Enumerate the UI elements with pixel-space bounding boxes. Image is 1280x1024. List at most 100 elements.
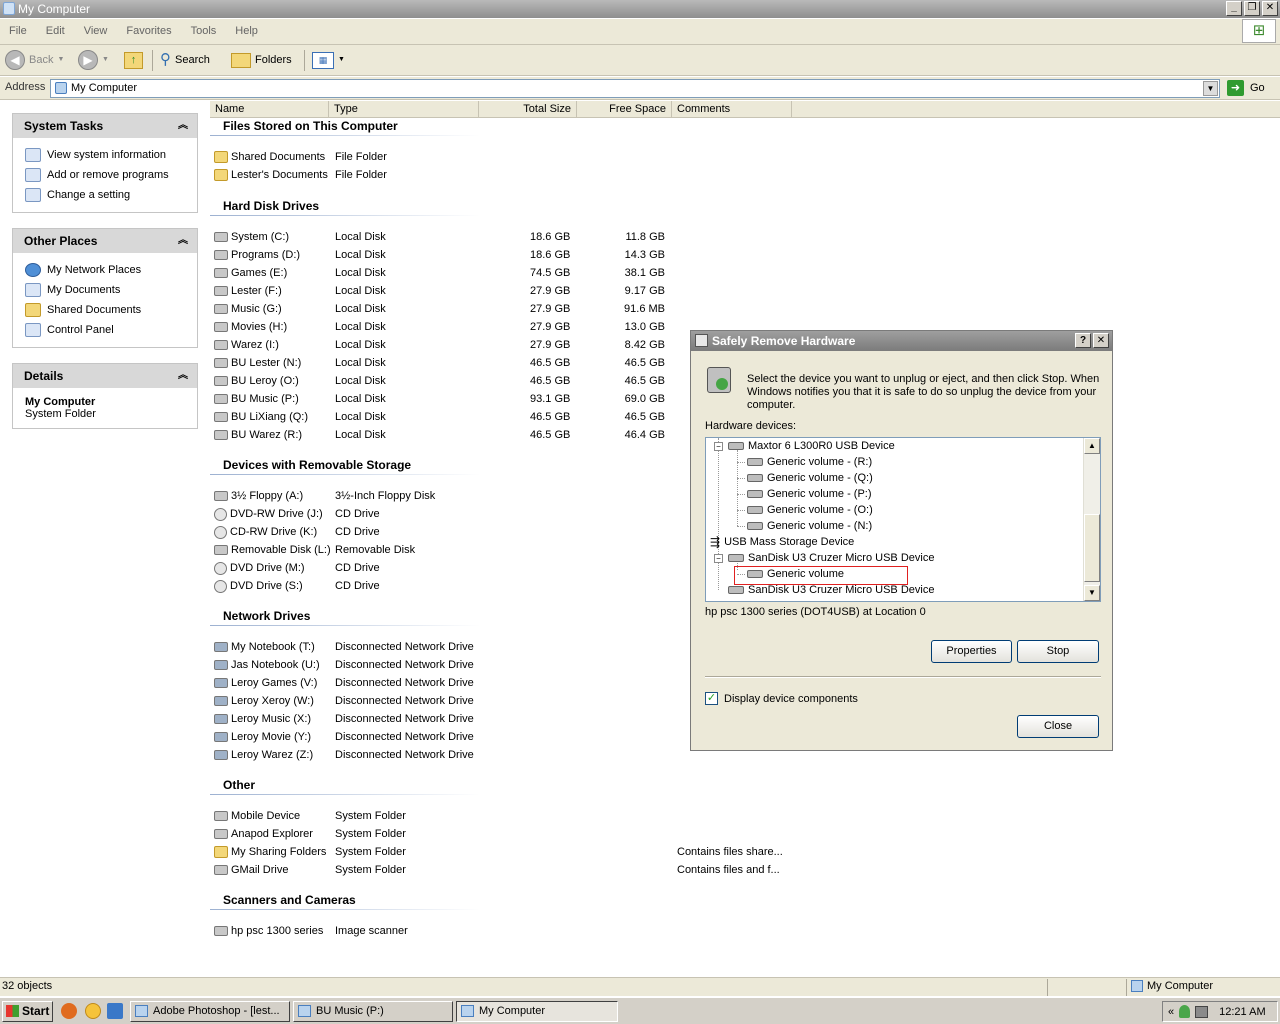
tree-scrollbar[interactable]: ▲ ▼: [1083, 438, 1100, 601]
list-item[interactable]: BU Leroy (O:) Local Disk 46.5 GB 46.5 GB: [210, 372, 665, 390]
list-item[interactable]: Leroy Warez (Z:) Disconnected Network Dri…: [210, 746, 480, 764]
list-item[interactable]: Programs (D:) Local Disk 18.6 GB 14.3 GB: [210, 246, 665, 264]
list-item[interactable]: Shared Documents File Folder: [210, 148, 480, 166]
messenger-icon[interactable]: [85, 1003, 101, 1019]
column-total-size[interactable]: Total Size: [479, 101, 577, 118]
tree-node-volume-q[interactable]: Generic volume - (Q:): [747, 470, 873, 486]
collapse-chevron-icon[interactable]: ︽: [178, 229, 188, 253]
tree-node-maxtor[interactable]: Maxtor 6 L300R0 USB Device: [728, 438, 895, 454]
list-item[interactable]: BU Warez (R:) Local Disk 46.5 GB 46.4 GB: [210, 426, 665, 444]
tree-node-sandisk[interactable]: SanDisk U3 Cruzer Micro USB Device: [728, 550, 934, 566]
list-item[interactable]: My Notebook (T:) Disconnected Network Dri…: [210, 638, 480, 656]
task-view-system-information[interactable]: View system information: [25, 145, 197, 165]
list-item[interactable]: CD-RW Drive (K:) CD Drive: [210, 523, 480, 541]
menu-file[interactable]: File: [9, 19, 27, 43]
menu-view[interactable]: View: [84, 19, 108, 43]
list-item[interactable]: BU LiXiang (Q:) Local Disk 46.5 GB 46.5 GB: [210, 408, 665, 426]
list-item[interactable]: Leroy Music (X:) Disconnected Network Dri…: [210, 710, 480, 728]
list-item[interactable]: Lester's Documents File Folder: [210, 166, 480, 184]
menu-edit[interactable]: Edit: [46, 19, 65, 43]
list-item[interactable]: Mobile Device System Folder: [210, 807, 480, 825]
list-item[interactable]: Anapod Explorer System Folder: [210, 825, 480, 843]
help-button[interactable]: ?: [1075, 333, 1091, 348]
safely-remove-hardware-icon[interactable]: [1195, 1005, 1209, 1018]
list-item[interactable]: Warez (I:) Local Disk 27.9 GB 8.42 GB: [210, 336, 665, 354]
close-button[interactable]: ✕: [1262, 1, 1278, 16]
list-item[interactable]: DVD Drive (M:) CD Drive: [210, 559, 480, 577]
display-components-checkbox[interactable]: ✓ Display device components: [705, 692, 858, 705]
clock[interactable]: 12:21 AM: [1219, 1006, 1265, 1018]
place-shared-documents[interactable]: Shared Documents: [25, 300, 197, 320]
firefox-icon[interactable]: [61, 1003, 77, 1019]
system-tasks-header[interactable]: System Tasks ︽: [13, 114, 197, 138]
properties-button[interactable]: Properties: [931, 640, 1012, 663]
list-item[interactable]: Music (G:) Local Disk 27.9 GB 91.6 MB: [210, 300, 665, 318]
dialog-titlebar[interactable]: Safely Remove Hardware ? ✕: [691, 331, 1112, 351]
menu-help[interactable]: Help: [235, 19, 258, 43]
list-item[interactable]: Movies (H:) Local Disk 27.9 GB 13.0 GB: [210, 318, 665, 336]
column-name[interactable]: Name: [210, 101, 329, 118]
restore-button[interactable]: ❐: [1244, 1, 1260, 16]
list-item[interactable]: Lester (F:) Local Disk 27.9 GB 9.17 GB: [210, 282, 665, 300]
place-my-network-places[interactable]: My Network Places: [25, 260, 197, 280]
list-item[interactable]: BU Lester (N:) Local Disk 46.5 GB 46.5 GB: [210, 354, 665, 372]
tree-node-volume-n[interactable]: Generic volume - (N:): [747, 518, 872, 534]
scroll-up-icon[interactable]: ▲: [1084, 438, 1100, 454]
scroll-thumb[interactable]: [1084, 514, 1100, 582]
column-free-space[interactable]: Free Space: [577, 101, 672, 118]
place-my-documents[interactable]: My Documents: [25, 280, 197, 300]
address-input[interactable]: My Computer ▼: [50, 79, 1220, 98]
other-places-header[interactable]: Other Places ︽: [13, 229, 197, 253]
back-dropdown-icon[interactable]: ▼: [57, 49, 64, 71]
tree-node-volume-p[interactable]: Generic volume - (P:): [747, 486, 872, 502]
collapse-chevron-icon[interactable]: ︽: [178, 364, 188, 388]
column-type[interactable]: Type: [329, 101, 479, 118]
details-header[interactable]: Details ︽: [13, 364, 197, 388]
start-button[interactable]: Start: [2, 1001, 53, 1022]
list-item[interactable]: BU Music (P:) Local Disk 93.1 GB 69.0 GB: [210, 390, 665, 408]
list-item[interactable]: My Sharing Folders System Folder Contains …: [210, 843, 783, 861]
list-item[interactable]: 3½ Floppy (A:) 3½-Inch Floppy Disk: [210, 487, 480, 505]
menu-tools[interactable]: Tools: [191, 19, 217, 43]
folders-button[interactable]: Folders: [231, 49, 292, 71]
list-item[interactable]: Leroy Movie (Y:) Disconnected Network Dri…: [210, 728, 480, 746]
task-add-remove-programs[interactable]: Add or remove programs: [25, 165, 197, 185]
forward-dropdown-icon[interactable]: ▼: [102, 49, 109, 71]
task-bu-music[interactable]: BU Music (P:): [293, 1001, 453, 1022]
collapse-node-icon[interactable]: −: [714, 442, 723, 451]
close-dialog-button[interactable]: Close: [1017, 715, 1099, 738]
search-button[interactable]: ⚲ Search: [160, 49, 210, 71]
collapse-node-icon[interactable]: −: [714, 554, 723, 563]
tree-node-volume-o[interactable]: Generic volume - (O:): [747, 502, 873, 518]
tree-node-sandisk-2[interactable]: SanDisk U3 Cruzer Micro USB Device: [728, 582, 934, 598]
collapse-chevron-icon[interactable]: ︽: [178, 114, 188, 138]
tray-expand-icon[interactable]: «: [1168, 1006, 1174, 1018]
tree-node-usb-mass-storage[interactable]: ⇶ USB Mass Storage Device: [710, 534, 854, 550]
hardware-devices-tree[interactable]: − Maxtor 6 L300R0 USB Device Generic vol…: [705, 437, 1101, 602]
list-item[interactable]: hp psc 1300 series Image scanner: [210, 922, 480, 940]
forward-button[interactable]: ▶ ▼: [78, 49, 109, 71]
column-comments[interactable]: Comments: [672, 101, 792, 118]
messenger-tray-icon[interactable]: [1179, 1005, 1191, 1018]
address-dropdown-icon[interactable]: ▼: [1203, 81, 1218, 96]
list-item[interactable]: GMail Drive System Folder Contains files a…: [210, 861, 780, 879]
go-button[interactable]: ➜ Go: [1227, 80, 1265, 96]
stop-button[interactable]: Stop: [1017, 640, 1099, 663]
dialog-close-x-button[interactable]: ✕: [1093, 333, 1109, 348]
list-item[interactable]: Leroy Xeroy (W:) Disconnected Network Dri…: [210, 692, 480, 710]
list-item[interactable]: Jas Notebook (U:) Disconnected Network Dr…: [210, 656, 480, 674]
place-control-panel[interactable]: Control Panel: [25, 320, 197, 340]
list-item[interactable]: DVD-RW Drive (J:) CD Drive: [210, 505, 480, 523]
minimize-button[interactable]: _: [1226, 1, 1242, 16]
up-folder-button[interactable]: ↑: [124, 49, 143, 71]
list-item[interactable]: System (C:) Local Disk 18.6 GB 11.8 GB: [210, 228, 665, 246]
list-item[interactable]: Leroy Games (V:) Disconnected Network Dri…: [210, 674, 480, 692]
task-photoshop[interactable]: Adobe Photoshop - [lest...: [130, 1001, 290, 1022]
internet-explorer-icon[interactable]: [107, 1003, 123, 1019]
scroll-down-icon[interactable]: ▼: [1084, 585, 1100, 601]
list-item[interactable]: Games (E:) Local Disk 74.5 GB 38.1 GB: [210, 264, 665, 282]
list-item[interactable]: Removable Disk (L:) Removable Disk: [210, 541, 480, 559]
list-item[interactable]: DVD Drive (S:) CD Drive: [210, 577, 480, 595]
task-my-computer[interactable]: My Computer: [456, 1001, 618, 1022]
menu-favorites[interactable]: Favorites: [126, 19, 171, 43]
